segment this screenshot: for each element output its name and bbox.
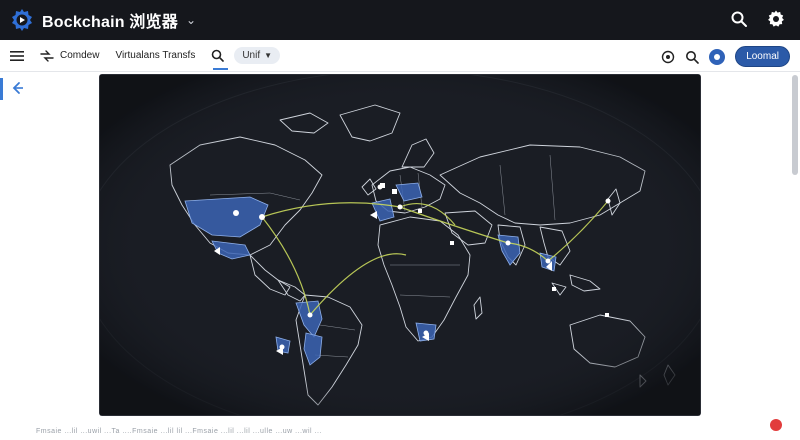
arrow-left-icon[interactable] bbox=[10, 81, 24, 95]
network-status-icon[interactable] bbox=[709, 48, 726, 65]
top-bar: Bockchain 浏览器 ⌄ bbox=[0, 0, 800, 40]
gear-icon[interactable] bbox=[766, 9, 786, 29]
footer-status: Fmsaie ...lil ...uwil ...Ta ....Fmsaie .… bbox=[36, 428, 322, 435]
gear-icon[interactable] bbox=[661, 50, 675, 64]
rail-active-indicator bbox=[0, 78, 3, 100]
search-icon[interactable] bbox=[730, 10, 748, 28]
transfers-tab[interactable]: Virtualans Transfs bbox=[115, 50, 195, 61]
overview-tab[interactable]: Comdew bbox=[40, 49, 100, 62]
unit-select[interactable]: Unif ▼ bbox=[234, 47, 281, 64]
unit-label: Unif bbox=[242, 50, 261, 61]
chevron-down-icon[interactable]: ⌄ bbox=[186, 13, 196, 27]
left-rail bbox=[0, 72, 26, 440]
map-vignette bbox=[100, 75, 700, 415]
routes-icon bbox=[40, 49, 54, 62]
toolbar: Comdew Virtualans Transfs Unif ▼ Loomal bbox=[0, 40, 800, 72]
search-icon[interactable] bbox=[685, 50, 699, 64]
chevron-down-icon: ▼ bbox=[264, 51, 273, 60]
world-map[interactable] bbox=[100, 75, 700, 415]
world-map-panel[interactable] bbox=[100, 75, 700, 415]
search-icon[interactable] bbox=[211, 49, 225, 62]
menu-button[interactable] bbox=[10, 50, 24, 62]
toolbar-search[interactable] bbox=[211, 40, 229, 72]
record-indicator[interactable] bbox=[770, 419, 782, 431]
load-button[interactable]: Loomal bbox=[735, 46, 790, 67]
hamburger-icon[interactable] bbox=[10, 50, 24, 62]
blockchain-logo-icon[interactable] bbox=[10, 8, 34, 32]
scrollbar[interactable] bbox=[792, 75, 798, 175]
overview-label: Comdew bbox=[60, 50, 100, 61]
transfers-label: Virtualans Transfs bbox=[115, 50, 196, 61]
app-title: Bockchain 浏览器 bbox=[42, 14, 178, 31]
